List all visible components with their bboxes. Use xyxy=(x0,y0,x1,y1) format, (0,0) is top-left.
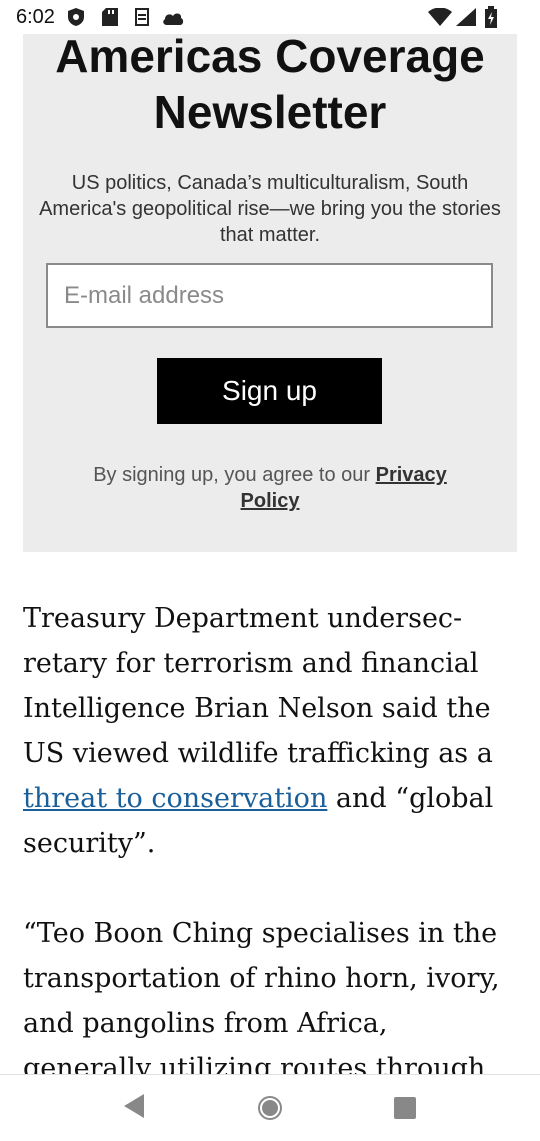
wifi-icon xyxy=(428,8,452,26)
sign-up-button[interactable]: Sign up xyxy=(157,358,382,424)
sd-card-icon xyxy=(102,8,118,26)
home-icon[interactable] xyxy=(256,1094,284,1122)
battery-icon xyxy=(485,6,497,28)
article-paragraph: “Teo Boon Ching specialises in the trans… xyxy=(23,918,500,1074)
article-paragraph: Treasury Department undersec-retary for … xyxy=(23,596,518,866)
paragraph-text: Treasury Department undersec-retary for … xyxy=(23,603,493,769)
legal-text: By signing up, you agree to our xyxy=(93,464,376,486)
newsletter-card: Americas Coverage Newsletter US politics… xyxy=(23,34,517,552)
status-bar: 6:02 xyxy=(0,0,540,34)
email-field[interactable] xyxy=(46,263,493,328)
status-time: 6:02 xyxy=(16,6,55,28)
article-body: Treasury Department undersec-retary for … xyxy=(23,596,518,1074)
newsletter-description: US politics, Canada’s multiculturalism, … xyxy=(39,172,501,246)
page-content: Americas Coverage Newsletter US politics… xyxy=(0,34,540,1074)
threat-to-conservation-link[interactable]: threat to conservation xyxy=(23,783,327,814)
recents-icon[interactable] xyxy=(393,1096,417,1120)
sync-icon xyxy=(135,8,149,26)
signal-icon xyxy=(456,8,476,26)
cloud-icon xyxy=(163,13,184,25)
legal-notice: By signing up, you agree to our Privacy … xyxy=(63,462,477,514)
back-icon[interactable] xyxy=(122,1093,146,1119)
shield-icon xyxy=(68,8,84,26)
navigation-bar xyxy=(0,1074,540,1141)
newsletter-title: Americas Coverage Newsletter xyxy=(55,34,485,138)
